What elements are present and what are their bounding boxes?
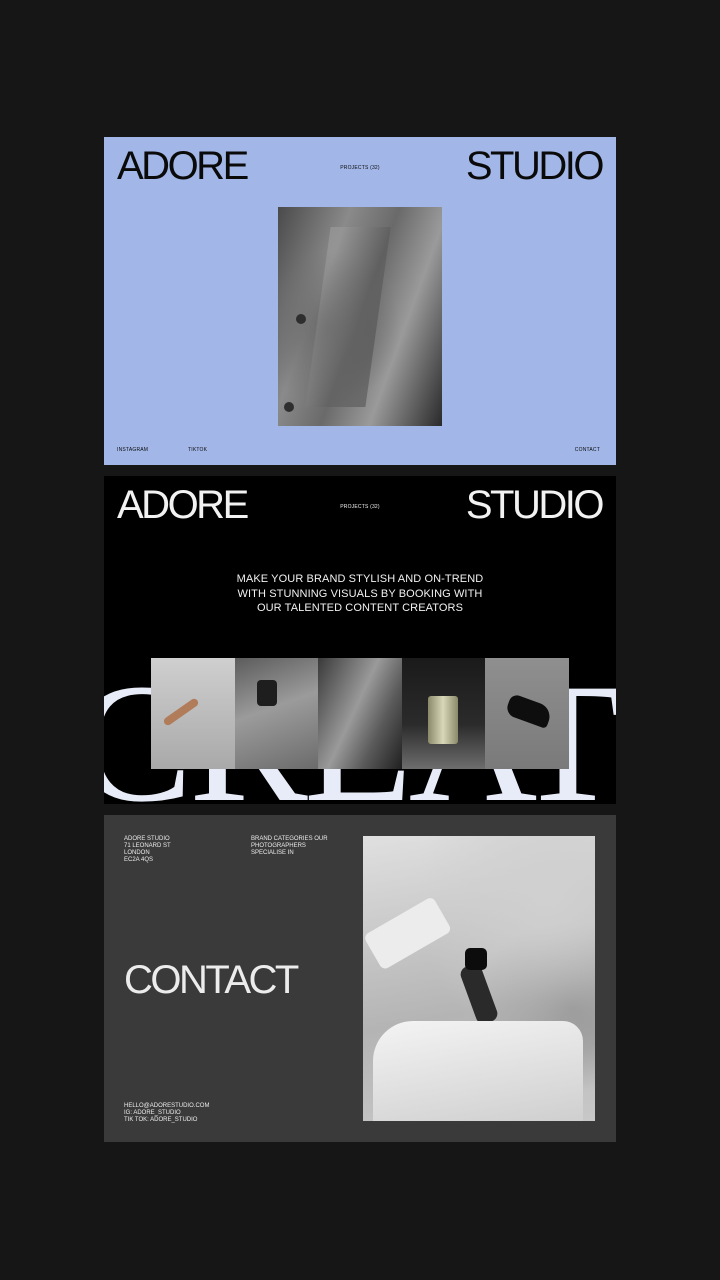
contact-link[interactable]: CONTACT — [575, 447, 600, 453]
tagline-line: MAKE YOUR BRAND STYLISH AND ON-TREND — [236, 573, 484, 585]
tagline-line: OUR TALENTED CONTENT CREATORS — [256, 602, 464, 614]
pants-shape — [363, 896, 453, 971]
brand-name-right[interactable]: STUDIO — [466, 146, 605, 186]
coat-button-shape — [284, 402, 294, 412]
address-line: EC2A 4QS — [124, 857, 154, 863]
skirt-shape — [373, 1021, 583, 1121]
shoe-shape — [465, 948, 487, 970]
instagram-link[interactable]: INSTAGRAM — [117, 447, 148, 453]
magazine-photo[interactable] — [234, 658, 319, 769]
leg-shape — [458, 962, 500, 1026]
image-strip — [151, 658, 569, 769]
studio-address: ADORE STUDIO 71 LEONARD ST LONDON EC2A 4… — [124, 836, 171, 864]
hand-photo[interactable] — [151, 658, 235, 769]
glove-photo[interactable] — [485, 658, 569, 769]
tiktok-link[interactable]: TIKTOK — [188, 447, 207, 453]
tagline: MAKE YOUR BRAND STYLISH AND ON-TREND WIT… — [104, 572, 616, 616]
hero-panel: ADORE PROJECTS (32) STUDIO INSTAGRAM TIK… — [104, 137, 616, 465]
contact-panel: ADORE STUDIO 71 LEONARD ST LONDON EC2A 4… — [104, 815, 616, 1142]
gallery-panel: ADORE PROJECTS (32) STUDIO MAKE YOUR BRA… — [104, 476, 616, 804]
address-line: 71 LEONARD ST — [124, 843, 171, 849]
perfume-photo[interactable] — [401, 658, 486, 769]
coat-photo[interactable] — [278, 207, 442, 426]
brand-categories-link[interactable]: BRAND CATEGORIES OUR PHOTOGRAPHERS SPECI… — [251, 836, 341, 857]
contact-title: CONTACT — [124, 958, 299, 1002]
tagline-line: WITH STUNNING VISUALS BY BOOKING WITH — [237, 587, 483, 600]
contact-details: HELLO@ADORESTUDIO.COM IG: ADORE_STUDIO T… — [124, 1103, 209, 1124]
tiktok-handle-link[interactable]: TIK TOK: ADORE_STUDIO — [124, 1117, 209, 1124]
address-line: LONDON — [124, 850, 150, 856]
email-link[interactable]: HELLO@ADORESTUDIO.COM — [124, 1103, 209, 1110]
address-line: ADORE STUDIO — [124, 836, 170, 842]
coat-lapel-shape — [305, 227, 391, 407]
coat-button-shape — [296, 314, 306, 324]
brand-name-right[interactable]: STUDIO — [466, 485, 605, 525]
walking-photo[interactable] — [363, 836, 595, 1121]
coat-photo-small[interactable] — [318, 658, 402, 769]
instagram-handle-link[interactable]: IG: ADORE_STUDIO — [124, 1110, 209, 1117]
